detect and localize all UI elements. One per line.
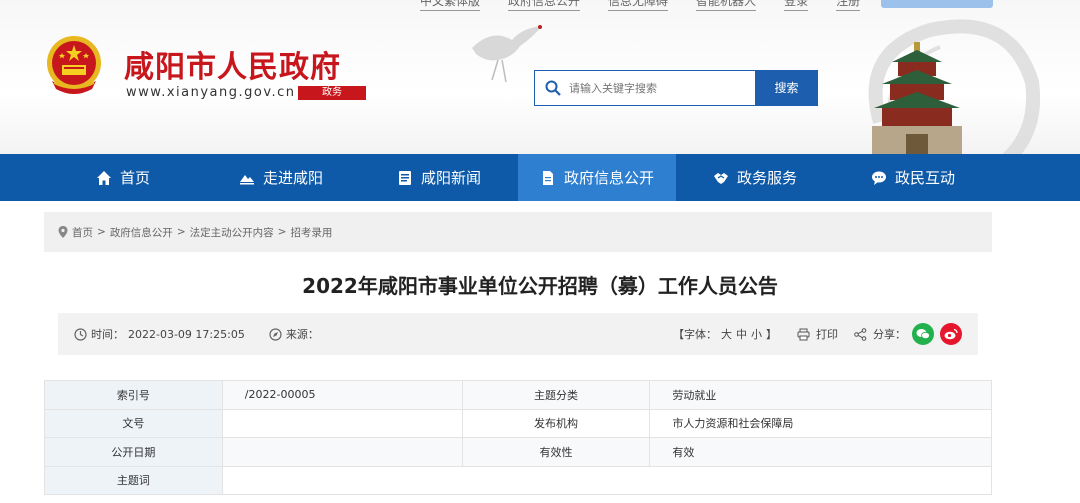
meta-label: 有效性 — [461, 437, 651, 467]
nav-item-label: 走进咸阳 — [262, 169, 323, 187]
breadcrumb-item[interactable]: 政府信息公开 — [110, 225, 173, 240]
share-label: 分享： — [873, 328, 906, 341]
meta-value: 有效 — [649, 437, 992, 467]
home-icon — [96, 170, 111, 185]
table-row: 公开日期 有效性 有效 — [44, 437, 992, 467]
top-link[interactable]: 政府信息公开 — [508, 0, 581, 11]
breadcrumb: 首页 > 政府信息公开 > 法定主动公开内容 > 招考录用 — [44, 212, 992, 252]
share-wechat-button[interactable] — [912, 323, 934, 345]
chat-icon — [871, 171, 886, 185]
font-size-close: 】 — [766, 328, 777, 341]
clock-icon — [74, 327, 87, 341]
national-emblem-icon — [47, 36, 101, 94]
top-link[interactable]: 中文繁体版 — [420, 0, 481, 11]
search-input[interactable] — [569, 81, 749, 95]
top-link[interactable]: 注册 — [836, 0, 861, 11]
source-label: 来源： — [285, 328, 319, 341]
handshake-icon — [713, 172, 728, 184]
nav-item-gov-info[interactable]: 政府信息公开 — [518, 154, 676, 201]
meta-value — [221, 437, 463, 467]
breadcrumb-separator: > — [97, 226, 106, 238]
font-size-selector: 【字体： 大 中 小 】 — [673, 326, 777, 342]
nav-item-interaction[interactable]: 政民互动 — [834, 154, 992, 201]
share-weibo-button[interactable] — [940, 323, 962, 345]
search-icon — [545, 80, 561, 96]
meta-value — [221, 408, 463, 438]
font-size-label: 【字体： — [673, 328, 717, 341]
top-link[interactable]: 智能机器人 — [696, 0, 757, 11]
font-size-medium[interactable]: 中 — [736, 326, 747, 342]
time-label: 时间： — [91, 328, 124, 341]
bell-tower-decoration-icon — [872, 42, 962, 154]
breadcrumb-item[interactable]: 招考录用 — [290, 225, 332, 240]
table-row: 主题词 — [44, 465, 993, 495]
breadcrumb-separator: > — [176, 226, 186, 238]
nav-item-label: 政务服务 — [736, 169, 797, 187]
table-row: 索引号 /2022-00005 主题分类 劳动就业 — [44, 380, 992, 410]
nav-item-label: 首页 — [119, 169, 150, 187]
meta-value: /2022-00005 — [221, 380, 463, 410]
article-tools: 【字体： 大 中 小 】 打印 分享： — [673, 323, 962, 345]
article-source: 来源： — [269, 326, 323, 342]
breadcrumb-item[interactable]: 首页 — [72, 225, 93, 240]
site-url: www.xianyang.gov.cn — [126, 85, 296, 100]
font-size-large[interactable]: 大 — [721, 326, 732, 342]
meta-table: 索引号 /2022-00005 主题分类 劳动就业 文号 发布机构 市人力资源和… — [44, 380, 993, 495]
nav-item-services[interactable]: 政务服务 — [676, 154, 834, 201]
meta-label: 索引号 — [44, 380, 223, 410]
breadcrumb-item[interactable]: 法定主动公开内容 — [190, 225, 274, 240]
meta-label: 主题词 — [44, 465, 223, 495]
table-row: 文号 发布机构 市人力资源和社会保障局 — [44, 408, 992, 438]
print-button[interactable]: 打印 — [816, 326, 838, 342]
meta-label: 主题分类 — [461, 380, 651, 410]
article-title: 2022年咸阳市事业单位公开招聘（募）工作人员公告 — [302, 274, 778, 298]
nav-item-label: 政府信息公开 — [563, 169, 654, 187]
compass-icon — [269, 327, 282, 341]
meta-label: 文号 — [44, 408, 223, 438]
site-tag: 政务 — [298, 86, 366, 100]
meta-value: 劳动就业 — [649, 380, 992, 410]
print-icon[interactable] — [797, 328, 810, 341]
publish-time: 时间： 2022-03-09 17:25:05 — [74, 326, 245, 342]
breadcrumb-separator: > — [277, 226, 287, 238]
main-nav: 首页 走进咸阳 咸阳新闻 政府信息公开 政务服务 政民互动 — [0, 154, 1080, 201]
document-icon — [542, 170, 553, 185]
nav-item-label: 政民互动 — [894, 169, 955, 187]
top-link[interactable]: 登录 — [784, 0, 809, 11]
font-size-small[interactable]: 小 — [751, 326, 762, 342]
landscape-icon — [239, 174, 254, 184]
top-links: 中文繁体版 政府信息公开 信息无障碍 智能机器人 登录 注册 — [420, 0, 861, 11]
wechat-icon — [916, 329, 930, 340]
article-info-bar: 时间： 2022-03-09 17:25:05 来源： 【字体： 大 中 小 】… — [58, 313, 978, 355]
nav-item-home[interactable]: 首页 — [44, 154, 202, 201]
site-header: 中文繁体版 政府信息公开 信息无障碍 智能机器人 登录 注册 咸阳市人民政府 w… — [0, 0, 1080, 154]
meta-value — [221, 465, 993, 495]
top-link[interactable]: 信息无障碍 — [608, 0, 669, 11]
search-button[interactable]: 搜索 — [755, 70, 818, 106]
location-pin-icon — [58, 226, 68, 238]
search-box — [534, 70, 755, 106]
news-icon — [398, 170, 411, 185]
meta-label: 公开日期 — [44, 437, 223, 467]
nav-item-about[interactable]: 走进咸阳 — [202, 154, 360, 201]
nav-item-news[interactable]: 咸阳新闻 — [360, 154, 518, 201]
meta-label: 发布机构 — [461, 408, 651, 438]
share-icon — [854, 327, 867, 341]
site-title[interactable]: 咸阳市人民政府 — [124, 42, 341, 86]
meta-value: 市人力资源和社会保障局 — [649, 408, 992, 438]
top-button[interactable] — [881, 0, 993, 8]
weibo-icon — [944, 328, 958, 340]
time-value: 2022-03-09 17:25:05 — [128, 327, 245, 341]
nav-item-label: 咸阳新闻 — [420, 169, 481, 187]
